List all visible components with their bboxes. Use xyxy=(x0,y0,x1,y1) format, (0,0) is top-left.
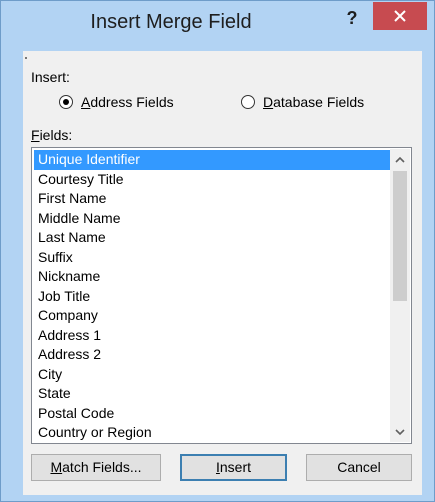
close-button[interactable] xyxy=(373,2,427,30)
address-fields-radio[interactable]: Address Fields xyxy=(59,94,174,110)
corner-marker xyxy=(25,57,27,59)
fields-listbox[interactable]: Unique Identifier Courtesy Title First Nam… xyxy=(31,147,412,444)
scroll-down-icon xyxy=(395,428,405,435)
match-fields-button[interactable]: Match Fields... xyxy=(31,454,161,481)
list-item[interactable]: Postal Code xyxy=(34,404,390,424)
list-item[interactable]: Job Title xyxy=(34,287,390,307)
list-item[interactable]: Courtesy Title xyxy=(34,170,390,190)
dialog-title: Insert Merge Field xyxy=(90,11,252,33)
list-item[interactable]: Suffix xyxy=(34,248,390,268)
fields-list[interactable]: Unique Identifier Courtesy Title First Nam… xyxy=(34,150,390,443)
list-item[interactable]: Address 2 xyxy=(34,345,390,365)
address-fields-label: Address Fields xyxy=(81,94,174,110)
list-item[interactable]: Nickname xyxy=(34,267,390,287)
list-item[interactable]: Middle Name xyxy=(34,209,390,229)
close-icon xyxy=(394,10,406,22)
list-item[interactable]: First Name xyxy=(34,189,390,209)
scroll-thumb[interactable] xyxy=(393,171,407,301)
fields-label: Fields: xyxy=(31,127,73,143)
list-item[interactable]: Unique Identifier xyxy=(34,150,390,170)
cancel-button[interactable]: Cancel xyxy=(306,454,412,481)
list-item[interactable]: City xyxy=(34,365,390,385)
help-button[interactable]: ? xyxy=(339,5,365,31)
database-fields-radio[interactable]: Database Fields xyxy=(241,94,364,110)
list-item[interactable]: Country or Region xyxy=(34,423,390,443)
insert-merge-field-dialog: Insert Merge Field ? Insert: Address Fie… xyxy=(0,0,435,502)
insert-button[interactable]: Insert xyxy=(180,454,287,481)
list-item[interactable]: State xyxy=(34,384,390,404)
insert-label: Insert: xyxy=(31,69,70,85)
scroll-up-icon xyxy=(395,156,405,163)
list-item[interactable]: Company xyxy=(34,306,390,326)
radio-unchecked-indicator xyxy=(241,95,255,109)
dialog-body: Insert: Address Fields Database Fields F… xyxy=(23,51,422,495)
fields-scrollbar[interactable] xyxy=(390,149,410,442)
database-fields-label: Database Fields xyxy=(263,94,365,110)
scroll-down-button[interactable] xyxy=(390,422,410,442)
list-item[interactable]: Address 1 xyxy=(34,326,390,346)
radio-checked-indicator xyxy=(59,95,73,109)
scroll-up-button[interactable] xyxy=(390,149,410,169)
title-bar[interactable]: Insert Merge Field ? xyxy=(1,1,434,49)
list-item[interactable]: Last Name xyxy=(34,228,390,248)
